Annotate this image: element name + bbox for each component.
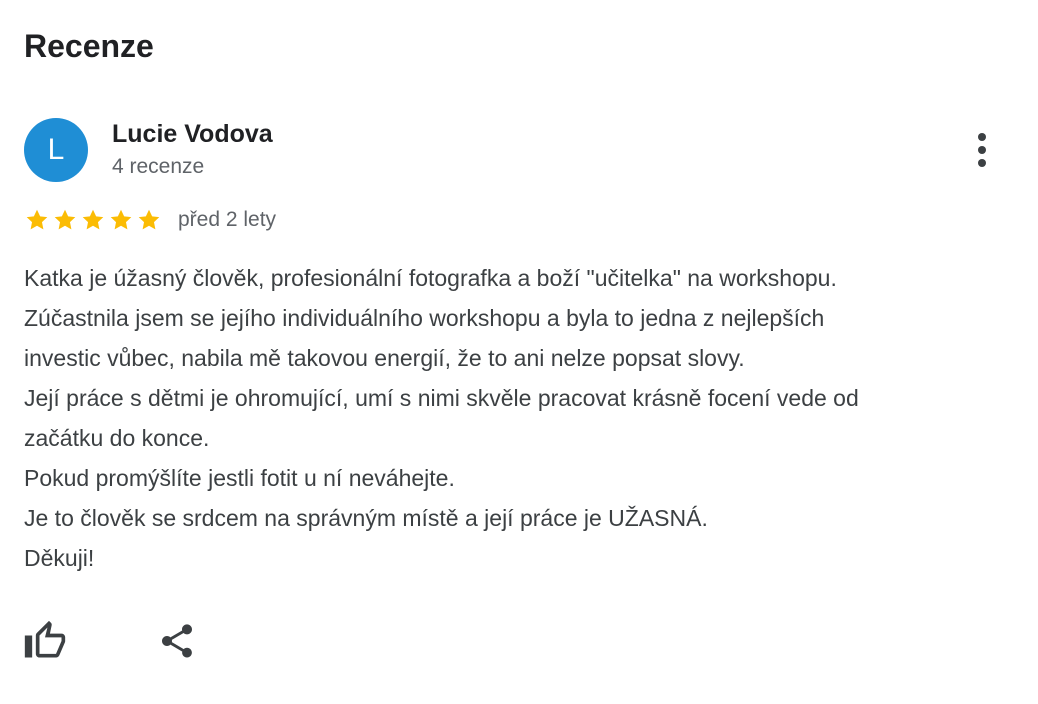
author-review-count: 4 recenze <box>112 155 205 178</box>
star-icon <box>138 209 160 230</box>
review-text-line: Je to člověk se srdcem na správným místě… <box>24 505 708 531</box>
author-name[interactable]: Lucie Vodova <box>112 116 273 152</box>
share-button[interactable] <box>152 616 202 666</box>
review-text-line: Katka je úžasný člověk, profesionální fo… <box>24 265 837 291</box>
star-rating <box>24 207 162 233</box>
review-date: před 2 lety <box>178 208 277 231</box>
more-vertical-icon <box>978 133 986 167</box>
more-options-button[interactable] <box>958 126 1006 174</box>
review-actions <box>20 616 202 666</box>
star-icon <box>82 209 104 230</box>
rating-row: před 2 lety <box>24 204 276 236</box>
review-text-line: začátku do konce. <box>24 425 210 451</box>
review-text-line: Její práce s dětmi je ohromující, umí s … <box>24 385 859 411</box>
review-text-line: Pokud promýšlíte jestli fotit u ní neváh… <box>24 465 455 491</box>
star-icon <box>54 209 76 230</box>
section-title: Recenze <box>24 28 154 64</box>
like-button[interactable] <box>20 616 70 666</box>
review-text-line: Děkuji! <box>24 545 95 571</box>
review-text-line: Zúčastnila jsem se jejího individuálního… <box>24 305 825 331</box>
share-icon <box>162 624 192 658</box>
review-text-line: investic vůbec, nabila mě takovou energi… <box>24 345 745 371</box>
reviews-panel: Recenze L Lucie Vodova 4 recenze před 2 … <box>0 0 1038 704</box>
thumb-up-icon <box>24 620 66 658</box>
review-text: Katka je úžasný člověk, profesionální fo… <box>24 258 1014 578</box>
avatar[interactable]: L <box>24 118 88 182</box>
star-icon <box>26 209 48 230</box>
star-icon <box>110 209 132 230</box>
